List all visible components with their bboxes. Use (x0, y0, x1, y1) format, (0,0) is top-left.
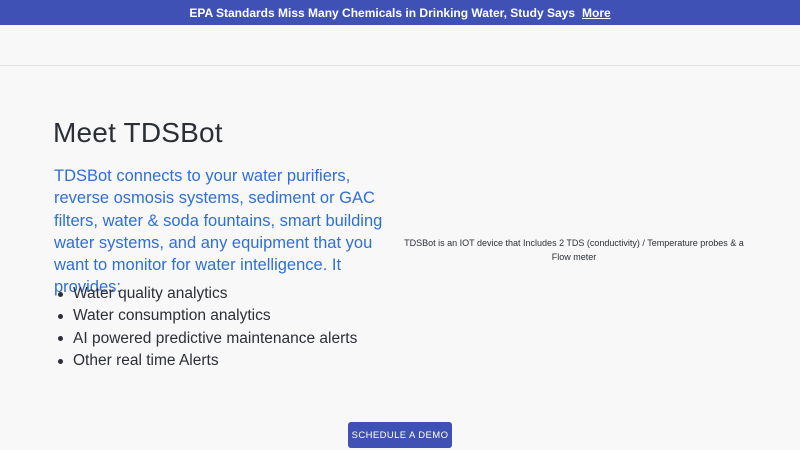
bullet-icon (58, 291, 63, 297)
list-item: Water quality analytics (54, 283, 394, 305)
navbar (0, 25, 800, 66)
feature-label: Other real time Alerts (73, 351, 219, 369)
schedule-demo-button[interactable]: SCHEDULE A DEMO (348, 422, 452, 448)
list-item: Water consumption analytics (54, 305, 394, 327)
page-title: Meet TDSBot (53, 117, 223, 148)
feature-list: Water quality analytics Water consumptio… (54, 283, 394, 372)
bullet-icon (58, 313, 63, 319)
feature-label: Water consumption analytics (73, 307, 271, 325)
feature-label: Water quality analytics (73, 285, 228, 302)
bullet-icon (58, 336, 63, 342)
announcement-text: EPA Standards Miss Many Chemicals in Dri… (189, 5, 575, 20)
bullet-icon (58, 358, 63, 364)
device-image-caption: TDSBot is an IOT device that Includes 2 … (404, 238, 744, 262)
list-item: Other real time Alerts (54, 350, 394, 372)
announcement-bar: EPA Standards Miss Many Chemicals in Dri… (0, 0, 800, 25)
announcement-more-link[interactable]: More (582, 6, 611, 20)
list-item: AI powered predictive maintenance alerts (54, 328, 394, 350)
feature-label: AI powered predictive maintenance alerts (73, 329, 358, 347)
hero-lead-text: TDSBot connects to your water purifiers,… (54, 167, 383, 297)
